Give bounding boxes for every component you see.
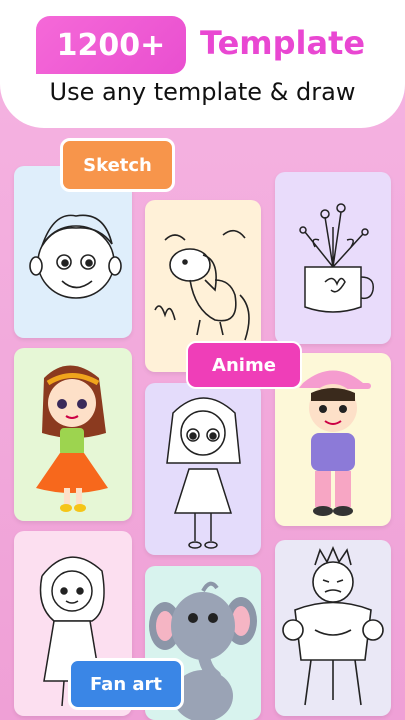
hulk-sketch-image xyxy=(282,545,384,706)
sketch-category-tag[interactable]: Sketch xyxy=(60,138,175,192)
hulk-sketch-card[interactable] xyxy=(275,540,391,716)
girl-doll-color-card[interactable] xyxy=(14,348,132,521)
template-count-badge: 1200+ xyxy=(36,16,186,74)
header-panel: 1200+ Template Use any template & draw xyxy=(0,0,405,128)
girl-doll-image xyxy=(36,365,108,512)
anime-girl-sketch-card[interactable] xyxy=(145,383,261,555)
flower-mug-sketch-image xyxy=(299,203,374,313)
anime-category-tag[interactable]: Anime xyxy=(186,341,302,389)
header-subtitle: Use any template & draw xyxy=(49,78,356,106)
fan-art-category-tag[interactable]: Fan art xyxy=(68,658,184,710)
anime-girl-sketch-image xyxy=(166,397,241,549)
header-title: Template xyxy=(200,24,366,62)
flower-mug-sketch-card[interactable] xyxy=(275,172,391,344)
